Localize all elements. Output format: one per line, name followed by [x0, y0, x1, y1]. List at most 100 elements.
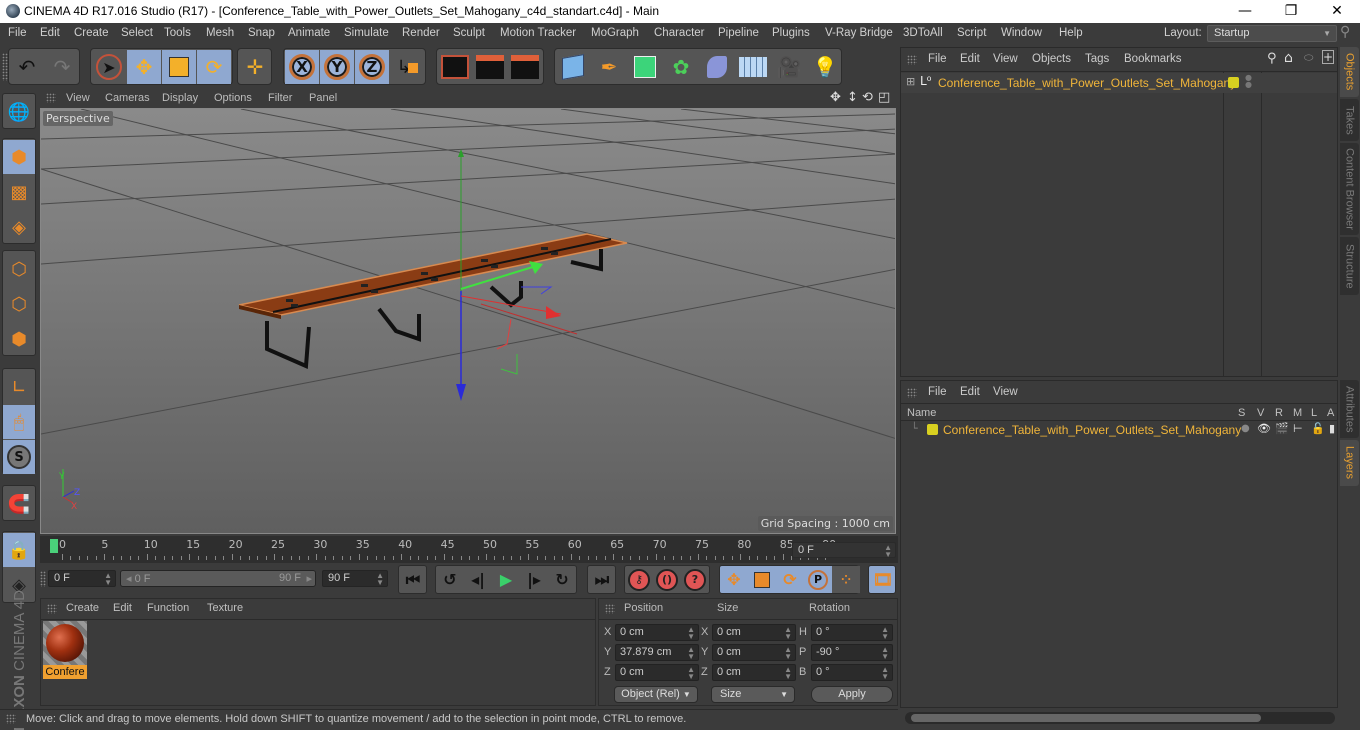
menu-edit[interactable]: Edit — [40, 27, 60, 39]
viewport-menu-panel[interactable]: Panel — [309, 92, 337, 104]
render-settings-button[interactable] — [508, 50, 542, 84]
layer-row[interactable]: └ Conference_Table_with_Power_Outlets_Se… — [901, 422, 1337, 438]
spinner-icon[interactable]: ▲ ▼ — [687, 666, 695, 681]
spinner-icon[interactable]: ▲ ▼ — [784, 626, 792, 641]
enable-axis-button[interactable]: ∟ — [3, 370, 35, 404]
y-axis-lock-button[interactable]: Y — [320, 50, 354, 84]
home-icon[interactable]: ⌂ — [1284, 50, 1293, 66]
column-manager[interactable]: M — [1293, 407, 1302, 419]
previous-key-button[interactable]: ↺ — [436, 566, 464, 593]
perspective-viewport[interactable]: Y Z X Perspective Grid Spacing : 1000 cm — [40, 108, 896, 534]
current-frame-field[interactable]: 0 F ▲ ▼ — [792, 542, 896, 559]
layer-manager-grip[interactable] — [907, 388, 917, 398]
object-row[interactable]: ⊞ L⁰ Conference_Table_with_Power_Outlets… — [901, 73, 1337, 93]
viewport-menu-cameras[interactable]: Cameras — [105, 92, 150, 104]
animation-film-icon[interactable]: ▮ — [1329, 422, 1335, 435]
next-frame-button[interactable]: |▸ — [520, 566, 548, 593]
close-button[interactable]: ✕ — [1314, 0, 1360, 23]
menu-motion-tracker[interactable]: Motion Tracker — [500, 27, 576, 39]
rotate-tool-button[interactable]: ⟳ — [197, 50, 231, 84]
viewport-menu-display[interactable]: Display — [162, 92, 198, 104]
position-key-button[interactable]: ✥ — [720, 566, 748, 593]
move-tool-button[interactable]: ✥ — [127, 50, 161, 84]
material-menu-texture[interactable]: Texture — [207, 602, 243, 614]
menu-create[interactable]: Create — [74, 27, 109, 39]
size-mode-dropdown[interactable]: Size ▼ — [711, 686, 795, 703]
tab-content-browser[interactable]: Content Browser — [1340, 143, 1359, 235]
layout-dropdown[interactable]: Startup ▼ — [1207, 25, 1337, 42]
object-manager-grip[interactable] — [907, 55, 917, 65]
subdivision-surface-button[interactable] — [628, 50, 662, 84]
light-button[interactable]: 💡 — [808, 50, 842, 84]
timeline-window-button[interactable]: 🎞 — [869, 566, 897, 593]
menu-snap[interactable]: Snap — [248, 27, 275, 39]
objects-menu-tags[interactable]: Tags — [1085, 53, 1109, 65]
texture-mode-button[interactable]: ▩ — [3, 175, 35, 209]
spinner-icon[interactable]: ▲ ▼ — [687, 646, 695, 661]
rotation-b-field[interactable]: 0 ° ▲ ▼ — [811, 664, 893, 681]
apply-button[interactable]: Apply — [811, 686, 893, 703]
visibility-dots-icon[interactable]: ● ● — [1245, 74, 1252, 89]
menu-select[interactable]: Select — [121, 27, 153, 39]
menu-mograph[interactable]: MoGraph — [591, 27, 639, 39]
objects-menu-view[interactable]: View — [993, 53, 1018, 65]
menu-render[interactable]: Render — [402, 27, 440, 39]
solo-toggle-icon[interactable]: ● — [1241, 423, 1250, 434]
snapping-button[interactable]: S — [3, 440, 35, 474]
range-left-arrow-icon[interactable]: ◂ — [126, 573, 132, 585]
render-to-picture-viewer-button[interactable] — [473, 50, 507, 84]
position-y-field[interactable]: 37.879 cm ▲ ▼ — [615, 644, 699, 661]
spinner-icon[interactable]: ▲ ▼ — [881, 646, 889, 661]
tweak-mode-button[interactable]: 🖱 — [3, 405, 35, 439]
material-menu-edit[interactable]: Edit — [113, 602, 132, 614]
tab-takes[interactable]: Takes — [1340, 99, 1359, 141]
viewport-menu-view[interactable]: View — [66, 92, 90, 104]
coordinate-mode-dropdown[interactable]: Object (Rel) ▼ — [614, 686, 698, 703]
coordinates-grip[interactable] — [605, 604, 615, 614]
keyframe-selection-button[interactable]: ? — [681, 566, 709, 593]
points-mode-button[interactable]: ⬡ — [3, 252, 35, 286]
column-render[interactable]: R — [1275, 407, 1283, 419]
menu-animate[interactable]: Animate — [288, 27, 330, 39]
autokeying-button[interactable]: () — [653, 566, 681, 593]
menu-file[interactable]: File — [8, 27, 27, 39]
model-mode-button[interactable]: ⬢ — [3, 140, 35, 174]
search-icon[interactable]: ⚲ — [1267, 51, 1277, 66]
column-visible[interactable]: V — [1257, 407, 1264, 419]
viewport-menu-options[interactable]: Options — [214, 92, 252, 104]
manager-tree-icon[interactable]: ⊢ — [1293, 422, 1303, 435]
layer-name[interactable]: Conference_Table_with_Power_Outlets_Set_… — [943, 423, 1241, 437]
menu-pipeline[interactable]: Pipeline — [718, 27, 759, 39]
lock-workplane-button[interactable]: 🔒 — [3, 533, 35, 567]
material-menu-function[interactable]: Function — [147, 602, 189, 614]
edges-mode-button[interactable]: ⬡ — [3, 287, 35, 321]
rotation-h-field[interactable]: 0 ° ▲ ▼ — [811, 624, 893, 641]
column-solo[interactable]: S — [1238, 407, 1245, 419]
eye-toggle-icon[interactable]: ⬭ — [1304, 51, 1313, 65]
spinner-icon[interactable]: ▲ ▼ — [104, 572, 112, 587]
menu-character[interactable]: Character — [654, 27, 705, 39]
objects-menu-objects[interactable]: Objects — [1032, 53, 1071, 65]
visible-eye-icon[interactable]: 👁 — [1257, 422, 1271, 435]
workplane-mode-button[interactable]: ◈ — [3, 210, 35, 244]
position-z-field[interactable]: 0 cm ▲ ▼ — [615, 664, 699, 681]
next-key-button[interactable]: ↻ — [548, 566, 576, 593]
menu-mesh[interactable]: Mesh — [206, 27, 234, 39]
scale-key-button[interactable] — [748, 566, 776, 593]
tab-objects[interactable]: Objects — [1340, 47, 1359, 97]
undo-button[interactable]: ↶ — [10, 50, 44, 84]
playback-grip[interactable] — [40, 571, 46, 587]
range-right-arrow-icon[interactable]: ▸ — [306, 572, 312, 585]
spinner-icon[interactable]: ▲ ▼ — [784, 666, 792, 681]
horizontal-scrollbar[interactable] — [905, 712, 1335, 724]
tab-structure[interactable]: Structure — [1340, 237, 1359, 295]
layer-color-swatch[interactable] — [927, 424, 938, 435]
spinner-icon[interactable]: ▲ ▼ — [881, 666, 889, 681]
column-name[interactable]: Name — [907, 407, 936, 419]
search-icon[interactable]: ⚲ — [1340, 24, 1350, 40]
viewport-dolly-icon[interactable]: ↕ — [847, 90, 858, 105]
material-item[interactable]: Confere — [43, 621, 87, 679]
cloner-button[interactable]: ✿ — [664, 50, 698, 84]
spinner-icon[interactable]: ▲ ▼ — [376, 572, 384, 587]
recent-tool-button[interactable]: ✛ — [238, 50, 272, 84]
